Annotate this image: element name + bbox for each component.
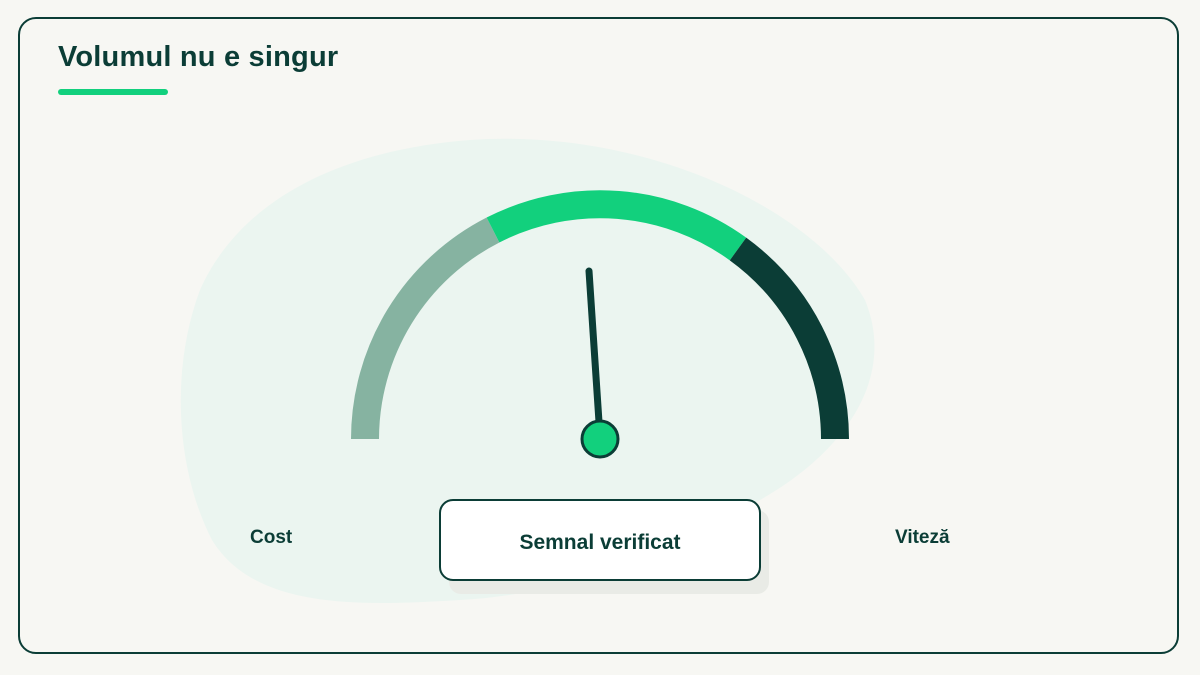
speed-label: Viteză [895,527,950,548]
status-label: Semnal verificat [519,531,681,554]
status-box: Semnal verificat [439,499,761,581]
gauge-hub [580,419,620,459]
cost-label: Cost [250,527,293,548]
